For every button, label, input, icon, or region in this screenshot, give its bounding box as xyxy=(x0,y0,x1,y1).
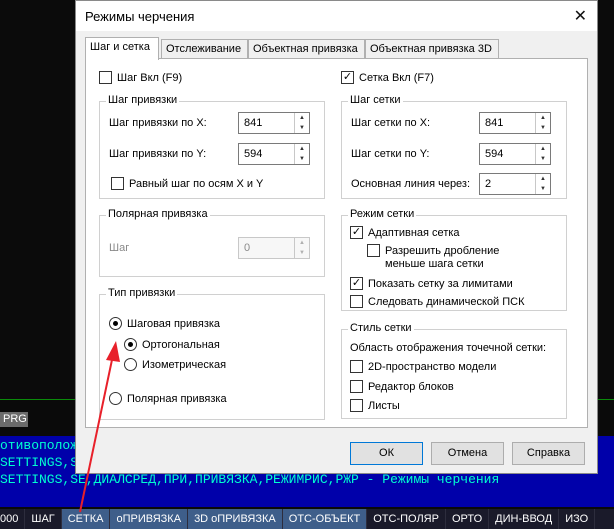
annotation-arrow-icon xyxy=(79,341,120,513)
tab-snap-and-grid[interactable]: Шаг и сетка xyxy=(85,37,159,60)
